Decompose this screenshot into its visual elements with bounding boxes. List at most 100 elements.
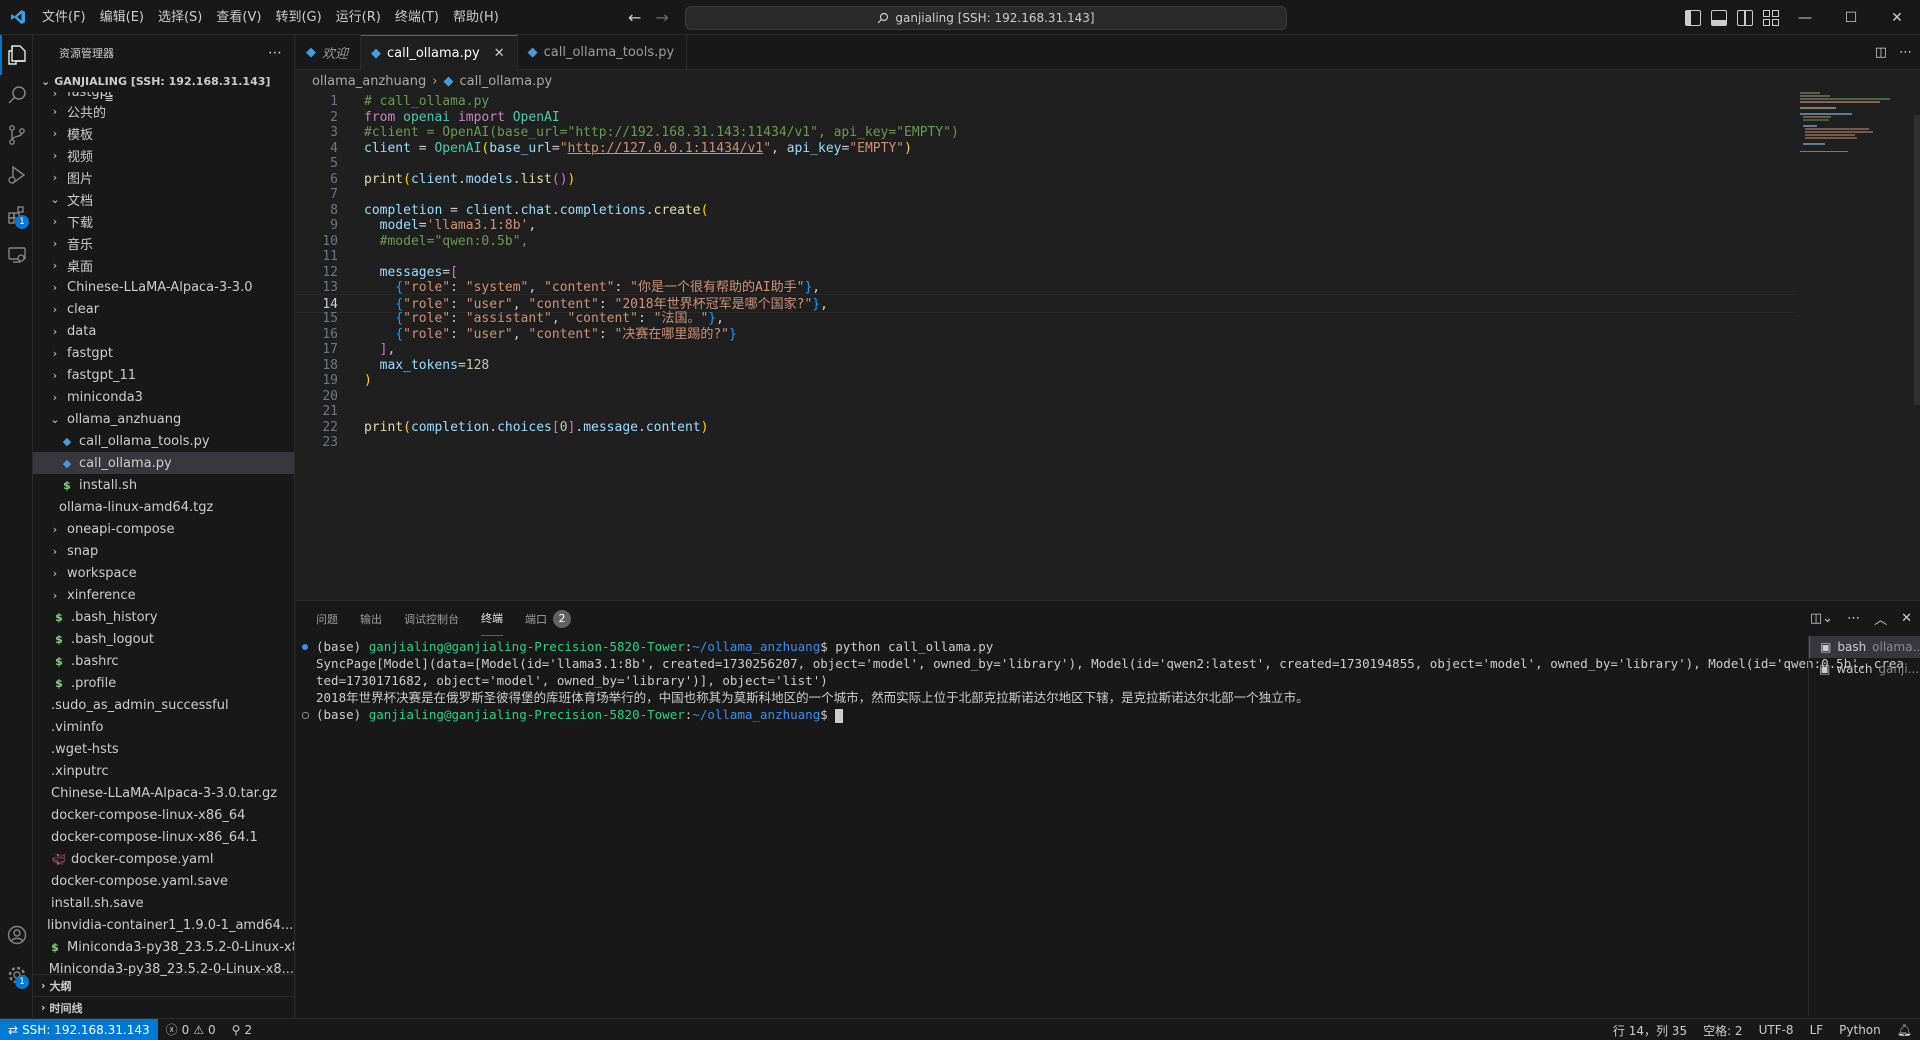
file-item[interactable]: $ .profile	[33, 672, 294, 694]
folder-item[interactable]: › snap	[33, 540, 294, 562]
folder-item[interactable]: › 公共的	[33, 100, 294, 122]
timeline-section[interactable]: › 时间线	[33, 996, 294, 1018]
folder-item[interactable]: › clear	[33, 298, 294, 320]
file-item[interactable]: $ .bash_history	[33, 606, 294, 628]
file-item[interactable]: ≡ .wget-hsts	[33, 92, 294, 760]
folder-item[interactable]: › fastgpt	[33, 92, 294, 100]
outline-section[interactable]: › 大纲	[33, 974, 294, 996]
folder-item[interactable]: › Chinese-LLaMA-Alpaca-3-3.0	[33, 276, 294, 298]
accounts-icon[interactable]	[0, 915, 33, 955]
menu-item[interactable]: 选择(S)	[151, 0, 209, 35]
tab-debug-console[interactable]: 调试控制台	[404, 601, 459, 636]
tab-ports[interactable]: 端口 2	[525, 601, 571, 636]
file-item[interactable]: ≡ install.sh.save	[33, 92, 294, 914]
command-center-search[interactable]: ganjialing [SSH: 192.168.31.143]	[685, 6, 1287, 30]
forward-arrow-icon[interactable]: →	[655, 8, 668, 27]
folder-item[interactable]: › 音乐	[33, 232, 294, 254]
breadcrumb-file[interactable]: call_ollama.py	[459, 74, 552, 89]
file-item[interactable]: $ Miniconda3-py38_23.5.2-0-Linux-x8...	[33, 936, 294, 958]
folder-item[interactable]: › fastgpt	[33, 342, 294, 364]
tab-welcome[interactable]: ◆ 欢迎	[296, 35, 362, 70]
menu-item[interactable]: 查看(V)	[209, 0, 268, 35]
menu-item[interactable]: 运行(R)	[329, 0, 388, 35]
tab-call-ollama[interactable]: ◆ call_ollama.py ✕	[361, 35, 518, 71]
toggle-sidebar-icon[interactable]	[1685, 9, 1701, 26]
tab-terminal[interactable]: 终端	[481, 601, 503, 636]
problems-status[interactable]: ⓧ 0 ⚠ 0	[158, 1021, 224, 1038]
file-item[interactable]: ≡ .sudo_as_admin_successful	[33, 92, 294, 716]
folder-item[interactable]: › fastgpt_11	[33, 364, 294, 386]
more-actions-icon[interactable]: ⋯	[1847, 611, 1860, 626]
toggle-secondary-sidebar-icon[interactable]	[1737, 9, 1753, 26]
run-debug-icon[interactable]	[0, 155, 33, 195]
folder-item[interactable]: › workspace	[33, 562, 294, 584]
menu-item[interactable]: 帮助(H)	[446, 0, 506, 35]
terminal-output[interactable]: (base) ganjialing@ganjialing-Precision-5…	[296, 636, 1904, 1016]
maximize-icon[interactable]: ☐	[1828, 0, 1874, 35]
folder-item[interactable]: › 图片	[33, 166, 294, 188]
search-icon[interactable]	[0, 75, 33, 115]
indentation[interactable]: 空格: 2	[1695, 1022, 1751, 1039]
toggle-panel-icon[interactable]	[1711, 9, 1727, 26]
terminal-item-bash[interactable]: ▣ bash ollama...	[1809, 636, 1920, 658]
minimap[interactable]	[1800, 92, 1910, 152]
folder-item[interactable]: › 桌面	[33, 254, 294, 276]
folder-item[interactable]: › xinference	[33, 584, 294, 606]
file-item[interactable]: ≡ docker-compose.yaml.save	[33, 92, 294, 892]
menu-item[interactable]: 文件(F)	[35, 0, 93, 35]
end-of-line[interactable]: LF	[1802, 1023, 1832, 1037]
file-item[interactable]: 🐳︎ docker-compose.yaml	[33, 848, 294, 870]
folder-item[interactable]: ⌄ 文档	[33, 188, 294, 210]
file-item[interactable]: ≡ docker-compose-linux-x86_64	[33, 92, 294, 826]
menu-item[interactable]: 终端(T)	[388, 0, 446, 35]
tab-problems[interactable]: 问题	[316, 601, 338, 636]
folder-item[interactable]: › oneapi-compose	[33, 518, 294, 540]
folder-item[interactable]: ⌄ ollama_anzhuang	[33, 408, 294, 430]
folder-item[interactable]: › 下载	[33, 210, 294, 232]
split-editor-icon[interactable]: ◫	[1875, 45, 1887, 60]
minimize-icon[interactable]: —	[1782, 0, 1828, 35]
file-item[interactable]: ≡ docker-compose-linux-x86_64.1	[33, 92, 294, 848]
folder-item[interactable]: › 视频	[33, 144, 294, 166]
folder-item[interactable]: › 模板	[33, 122, 294, 144]
manage-gear-icon[interactable]: 1	[0, 955, 33, 995]
explorer-icon[interactable]	[0, 35, 33, 75]
folder-item[interactable]: › data	[33, 320, 294, 342]
more-actions-icon[interactable]: ⋯	[268, 45, 282, 61]
file-item[interactable]: $ .bash_logout	[33, 628, 294, 650]
remote-indicator[interactable]: ⇄ SSH: 192.168.31.143	[0, 1018, 158, 1040]
notifications-bell-icon[interactable]: 🔔︎	[1889, 1023, 1920, 1037]
close-tab-icon[interactable]: ✕	[494, 46, 505, 61]
tab-call-ollama-tools[interactable]: ◆ call_ollama_tools.py	[518, 35, 688, 70]
file-item[interactable]: ≡ .viminfo	[33, 92, 294, 738]
language-mode[interactable]: Python	[1831, 1023, 1889, 1037]
split-terminal-icon[interactable]: ◫⌄	[1810, 611, 1833, 626]
extensions-icon[interactable]: 1	[0, 195, 33, 235]
remote-explorer-icon[interactable]	[0, 235, 33, 275]
more-actions-icon[interactable]: ⋯	[1899, 45, 1912, 60]
customize-layout-icon[interactable]	[1763, 9, 1779, 26]
file-item[interactable]: $ install.sh	[33, 474, 294, 496]
maximize-panel-icon[interactable]: ︿	[1874, 609, 1887, 628]
tab-output[interactable]: 输出	[360, 601, 382, 636]
file-item[interactable]: ≡ Chinese-LLaMA-Alpaca-3-3.0.tar.gz	[33, 92, 294, 804]
forwarded-ports-status[interactable]: ⚲ 2	[224, 1023, 260, 1037]
file-item[interactable]: ≡ .xinputrc	[33, 92, 294, 782]
folder-item[interactable]: › miniconda3	[33, 386, 294, 408]
file-item[interactable]: ≡ ollama-linux-amd64.tgz	[33, 92, 294, 518]
code-editor[interactable]: 1 # call_ollama.py 2 from openai import Ope…	[296, 92, 1796, 562]
cursor-position[interactable]: 行 14，列 35	[1605, 1022, 1695, 1039]
editor-scrollbar[interactable]	[1914, 115, 1920, 405]
close-window-icon[interactable]: ✕	[1874, 0, 1920, 35]
file-item[interactable]: $ .bashrc	[33, 650, 294, 672]
terminal-item-watch[interactable]: ▣ watch ganji...	[1809, 658, 1920, 680]
source-control-icon[interactable]	[0, 115, 33, 155]
menu-item[interactable]: 编辑(E)	[93, 0, 151, 35]
back-arrow-icon[interactable]: ←	[628, 8, 641, 27]
file-item[interactable]: ≡ libnvidia-container1_1.9.0-1_amd64....	[33, 92, 294, 936]
menu-item[interactable]: 转到(G)	[268, 0, 328, 35]
close-panel-icon[interactable]: ✕	[1901, 611, 1912, 626]
file-item[interactable]: ◆ call_ollama_tools.py	[33, 430, 294, 452]
workspace-header[interactable]: ⌄ GANJIALING [SSH: 192.168.31.143]	[33, 70, 294, 92]
breadcrumb-folder[interactable]: ollama_anzhuang	[312, 74, 426, 89]
